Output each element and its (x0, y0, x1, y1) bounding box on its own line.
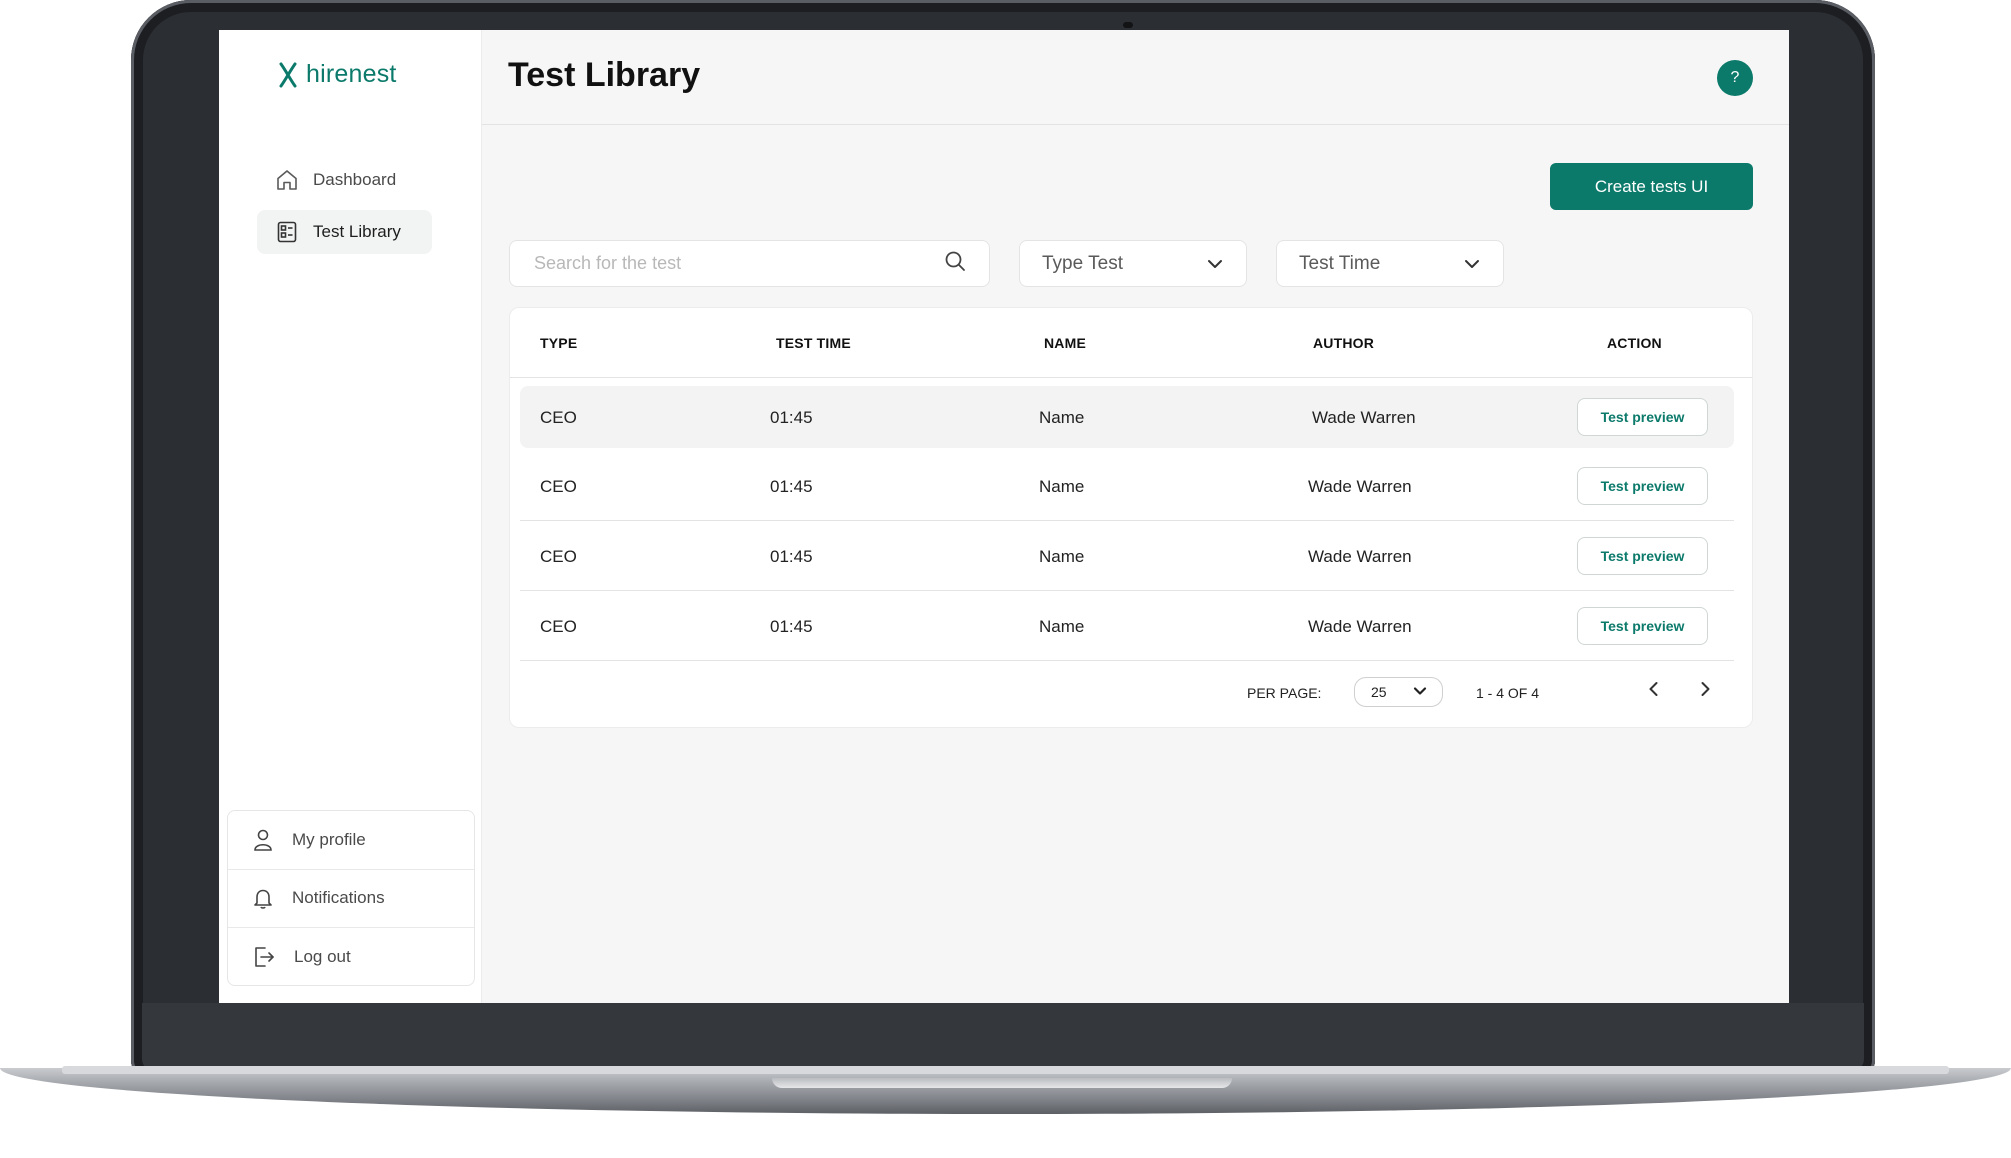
chevron-down-icon (1463, 255, 1481, 273)
menu-item-my-profile[interactable]: My profile (228, 811, 474, 870)
account-menu: My profile Notifications Log out (227, 810, 475, 986)
next-page-button[interactable] (1693, 679, 1717, 703)
sidebar-item-dashboard[interactable]: Dashboard (257, 158, 432, 202)
per-page-select[interactable]: 25 (1354, 677, 1443, 707)
cell-type: CEO (540, 408, 577, 427)
chevron-right-icon (1696, 680, 1714, 703)
laptop-chin (142, 1003, 1864, 1071)
laptop-base-rim (62, 1066, 1949, 1074)
search-box (509, 240, 990, 287)
cell-author: Wade Warren (1308, 477, 1412, 496)
logo-mark-icon (278, 62, 298, 88)
test-time-dropdown[interactable]: Test Time (1276, 240, 1504, 287)
sidebar: hirenest Dashboard Test Library My profi… (219, 30, 482, 1003)
table-row[interactable]: CEO 01:45 Name Wade Warren Test preview (520, 593, 1734, 661)
menu-item-log-out[interactable]: Log out (228, 928, 474, 985)
chevron-down-icon (1206, 255, 1224, 273)
test-library-icon (275, 220, 299, 244)
menu-item-label: My profile (292, 829, 366, 849)
previous-page-button[interactable] (1642, 679, 1666, 703)
table-row[interactable]: CEO 01:45 Name Wade Warren Test preview (520, 386, 1734, 448)
cell-author: Wade Warren (1308, 547, 1412, 566)
pagination-range: 1 - 4 OF 4 (1476, 685, 1540, 701)
chevron-down-icon (1412, 683, 1428, 702)
test-preview-button[interactable]: Test preview (1577, 537, 1708, 575)
home-icon (275, 168, 299, 192)
column-header-action: ACTION (1607, 335, 1662, 351)
cell-name: Name (1039, 617, 1085, 636)
bell-icon (252, 886, 274, 910)
menu-item-label: Log out (294, 947, 351, 967)
column-header-type: TYPE (540, 335, 578, 351)
test-preview-button[interactable]: Test preview (1577, 607, 1708, 645)
menu-item-label: Notifications (292, 888, 385, 908)
cell-name: Name (1039, 408, 1085, 427)
cell-type: CEO (540, 617, 577, 636)
column-header-author: AUTHOR (1313, 335, 1375, 351)
search-input[interactable] (532, 252, 943, 275)
dropdown-value: Test Time (1299, 252, 1381, 274)
logo[interactable]: hirenest (278, 60, 397, 89)
cell-test-time: 01:45 (770, 477, 813, 496)
user-icon (252, 828, 274, 852)
cell-test-time: 01:45 (770, 408, 813, 427)
per-page-value: 25 (1371, 684, 1387, 700)
table-row[interactable]: CEO 01:45 Name Wade Warren Test preview (520, 523, 1734, 591)
test-preview-button[interactable]: Test preview (1577, 467, 1708, 505)
logout-icon (252, 945, 276, 969)
table-header: TYPE TEST TIME NAME AUTHOR ACTION (510, 308, 1752, 378)
dropdown-value: Type Test (1042, 252, 1123, 274)
per-page-label: PER PAGE: (1247, 685, 1322, 701)
type-test-dropdown[interactable]: Type Test (1019, 240, 1247, 287)
chevron-left-icon (1645, 680, 1663, 703)
page-title: Test Library (508, 56, 701, 94)
menu-item-notifications[interactable]: Notifications (228, 870, 474, 929)
cell-test-time: 01:45 (770, 617, 813, 636)
brand-name: hirenest (306, 60, 397, 88)
laptop-base (0, 1068, 2011, 1114)
column-header-name: NAME (1044, 335, 1087, 351)
search-icon[interactable] (943, 249, 967, 278)
laptop-base-notch (772, 1078, 1232, 1088)
table-row[interactable]: CEO 01:45 Name Wade Warren Test preview (520, 453, 1734, 521)
create-tests-button[interactable]: Create tests UI (1550, 163, 1753, 210)
sidebar-item-test-library[interactable]: Test Library (257, 210, 432, 254)
app-screen: hirenest Dashboard Test Library My profi… (219, 30, 1789, 1003)
test-preview-button[interactable]: Test preview (1577, 398, 1708, 436)
camera (1123, 22, 1133, 28)
cell-type: CEO (540, 547, 577, 566)
cell-author: Wade Warren (1308, 617, 1412, 636)
cell-test-time: 01:45 (770, 547, 813, 566)
cell-author: Wade Warren (1312, 408, 1416, 427)
sidebar-item-label: Dashboard (313, 170, 397, 189)
help-button[interactable]: ? (1717, 60, 1753, 96)
cell-name: Name (1039, 547, 1085, 566)
cell-type: CEO (540, 477, 577, 496)
column-header-test-time: TEST TIME (776, 335, 851, 351)
cell-name: Name (1039, 477, 1085, 496)
sidebar-item-label: Test Library (313, 222, 401, 241)
page-header: Test Library ? (482, 30, 1789, 125)
tests-table: TYPE TEST TIME NAME AUTHOR ACTION CEO 01… (509, 307, 1753, 728)
